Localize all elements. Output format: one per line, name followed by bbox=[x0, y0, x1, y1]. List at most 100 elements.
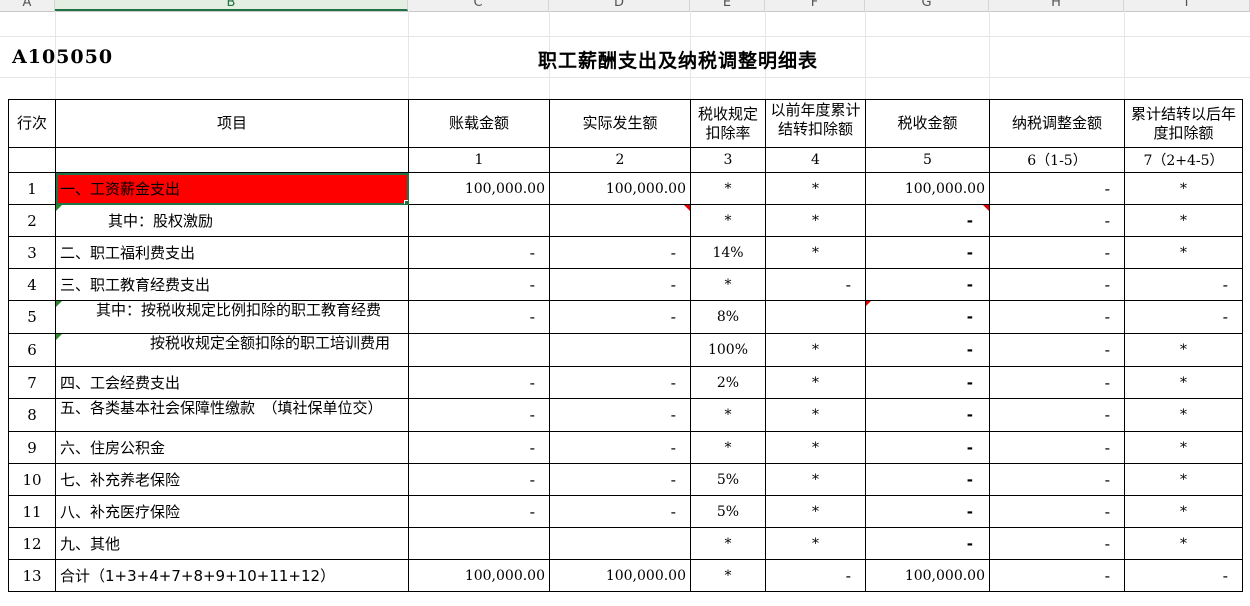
adjustment-cell[interactable]: - bbox=[989, 398, 1125, 432]
header-adjustment[interactable]: 纳税调整金额 bbox=[989, 99, 1125, 148]
tax-amount-cell[interactable]: - bbox=[865, 431, 990, 464]
cumulative-carryover-cell[interactable]: * bbox=[1124, 495, 1243, 528]
item-cell[interactable]: 合计（1+3+4+7+8+9+10+11+12） bbox=[55, 559, 409, 592]
tax-amount-cell[interactable]: - bbox=[865, 366, 990, 399]
tax-amount-cell[interactable]: - bbox=[865, 527, 990, 560]
item-cell[interactable]: 按税收规定全额扣除的职工培训费用 bbox=[55, 333, 409, 367]
actual-amount-cell[interactable]: - bbox=[549, 495, 691, 528]
row-number-cell[interactable]: 10 bbox=[8, 463, 56, 496]
deduction-rate-cell[interactable]: 5% bbox=[690, 495, 766, 528]
item-cell[interactable]: 三、职工教育经费支出 bbox=[55, 268, 409, 301]
item-cell[interactable]: 其中：股权激励 bbox=[55, 204, 409, 237]
prior-carryover-cell[interactable]: * bbox=[765, 431, 866, 464]
deduction-rate-cell[interactable]: * bbox=[690, 559, 766, 592]
column-header-f[interactable]: F bbox=[765, 0, 865, 11]
deduction-rate-cell[interactable]: * bbox=[690, 398, 766, 432]
deduction-rate-cell[interactable]: 2% bbox=[690, 366, 766, 399]
row-number-cell[interactable]: 6 bbox=[8, 333, 56, 367]
item-cell[interactable]: 二、职工福利费支出 bbox=[55, 236, 409, 269]
item-cell[interactable]: 其中：按税收规定比例扣除的职工教育经费 bbox=[55, 300, 409, 334]
index-cell[interactable]: 3 bbox=[690, 147, 766, 173]
header-cumulative-carryover[interactable]: 累计结转以后年度扣除额 bbox=[1124, 99, 1243, 148]
prior-carryover-cell[interactable]: * bbox=[765, 204, 866, 237]
tax-amount-cell[interactable]: - bbox=[865, 236, 990, 269]
book-amount-cell[interactable]: - bbox=[408, 463, 550, 496]
book-amount-cell[interactable]: 100,000.00 bbox=[408, 559, 550, 592]
header-book-amount[interactable]: 账载金额 bbox=[408, 99, 550, 148]
header-deduction-rate[interactable]: 税收规定扣除率 bbox=[690, 99, 766, 148]
prior-carryover-cell[interactable]: * bbox=[765, 463, 866, 496]
cumulative-carryover-cell[interactable]: * bbox=[1124, 431, 1243, 464]
adjustment-cell[interactable]: - bbox=[989, 527, 1125, 560]
column-header-b[interactable]: B bbox=[55, 0, 408, 11]
row-number-cell[interactable]: 11 bbox=[8, 495, 56, 528]
tax-amount-cell[interactable]: - bbox=[865, 204, 990, 237]
column-header-c[interactable]: C bbox=[408, 0, 549, 11]
header-actual-amount[interactable]: 实际发生额 bbox=[549, 99, 691, 148]
index-cell[interactable]: 2 bbox=[549, 147, 691, 173]
tax-amount-cell[interactable]: - bbox=[865, 300, 990, 334]
prior-carryover-cell[interactable] bbox=[765, 300, 866, 334]
adjustment-cell[interactable]: - bbox=[989, 236, 1125, 269]
tax-amount-cell[interactable]: - bbox=[865, 333, 990, 367]
book-amount-cell[interactable]: - bbox=[408, 268, 550, 301]
prior-carryover-cell[interactable]: * bbox=[765, 333, 866, 367]
prior-carryover-cell[interactable]: * bbox=[765, 236, 866, 269]
adjustment-cell[interactable]: - bbox=[989, 300, 1125, 334]
actual-amount-cell[interactable] bbox=[549, 527, 691, 560]
cumulative-carryover-cell[interactable]: * bbox=[1124, 366, 1243, 399]
actual-amount-cell[interactable]: - bbox=[549, 398, 691, 432]
header-prior-carryover[interactable]: 以前年度累计结转扣除额 bbox=[765, 99, 866, 148]
cumulative-carryover-cell[interactable]: * bbox=[1124, 463, 1243, 496]
prior-carryover-cell[interactable]: - bbox=[765, 268, 866, 301]
comment-indicator-icon[interactable] bbox=[983, 205, 989, 211]
header-item[interactable]: 项目 bbox=[55, 99, 409, 148]
deduction-rate-cell[interactable]: 8% bbox=[690, 300, 766, 334]
book-amount-cell[interactable]: - bbox=[408, 495, 550, 528]
header-tax-amount[interactable]: 税收金额 bbox=[865, 99, 990, 148]
book-amount-cell[interactable]: - bbox=[408, 398, 550, 432]
actual-amount-cell[interactable]: 100,000.00 bbox=[549, 559, 691, 592]
row-number-cell[interactable]: 5 bbox=[8, 300, 56, 334]
book-amount-cell[interactable] bbox=[408, 204, 550, 237]
book-amount-cell[interactable] bbox=[408, 527, 550, 560]
index-cell[interactable]: 5 bbox=[865, 147, 990, 173]
prior-carryover-cell[interactable]: * bbox=[765, 527, 866, 560]
index-cell[interactable]: 1 bbox=[408, 147, 550, 173]
prior-carryover-cell[interactable]: * bbox=[765, 366, 866, 399]
adjustment-cell[interactable]: - bbox=[989, 268, 1125, 301]
index-cell[interactable] bbox=[55, 147, 409, 173]
tax-amount-cell[interactable]: 100,000.00 bbox=[865, 172, 990, 205]
actual-amount-cell[interactable] bbox=[549, 333, 691, 367]
column-header-i[interactable]: I bbox=[1124, 0, 1250, 11]
item-cell[interactable]: 八、补充医疗保险 bbox=[55, 495, 409, 528]
row-number-cell[interactable]: 7 bbox=[8, 366, 56, 399]
deduction-rate-cell[interactable]: * bbox=[690, 431, 766, 464]
actual-amount-cell[interactable]: - bbox=[549, 366, 691, 399]
book-amount-cell[interactable]: - bbox=[408, 431, 550, 464]
tax-amount-cell[interactable]: 100,000.00 bbox=[865, 559, 990, 592]
selected-item-cell[interactable]: 一、工资薪金支出 bbox=[55, 172, 409, 205]
index-cell[interactable] bbox=[8, 147, 56, 173]
row-number-cell[interactable]: 1 bbox=[8, 172, 56, 205]
cumulative-carryover-cell[interactable]: * bbox=[1124, 172, 1243, 205]
deduction-rate-cell[interactable]: * bbox=[690, 172, 766, 205]
item-cell[interactable]: 七、补充养老保险 bbox=[55, 463, 409, 496]
cumulative-carryover-cell[interactable]: * bbox=[1124, 333, 1243, 367]
cumulative-carryover-cell[interactable]: * bbox=[1124, 398, 1243, 432]
item-cell[interactable]: 九、其他 bbox=[55, 527, 409, 560]
row-number-cell[interactable]: 9 bbox=[8, 431, 56, 464]
deduction-rate-cell[interactable]: 5% bbox=[690, 463, 766, 496]
adjustment-cell[interactable]: - bbox=[989, 204, 1125, 237]
index-cell[interactable]: 6（1-5） bbox=[989, 147, 1125, 173]
book-amount-cell[interactable]: - bbox=[408, 366, 550, 399]
book-amount-cell[interactable]: - bbox=[408, 300, 550, 334]
prior-carryover-cell[interactable]: * bbox=[765, 172, 866, 205]
actual-amount-cell[interactable]: - bbox=[549, 300, 691, 334]
deduction-rate-cell[interactable]: * bbox=[690, 527, 766, 560]
cumulative-carryover-cell[interactable]: * bbox=[1124, 527, 1243, 560]
actual-amount-cell[interactable]: - bbox=[549, 431, 691, 464]
row-number-cell[interactable]: 8 bbox=[8, 398, 56, 432]
column-header-h[interactable]: H bbox=[989, 0, 1124, 11]
deduction-rate-cell[interactable]: * bbox=[690, 268, 766, 301]
